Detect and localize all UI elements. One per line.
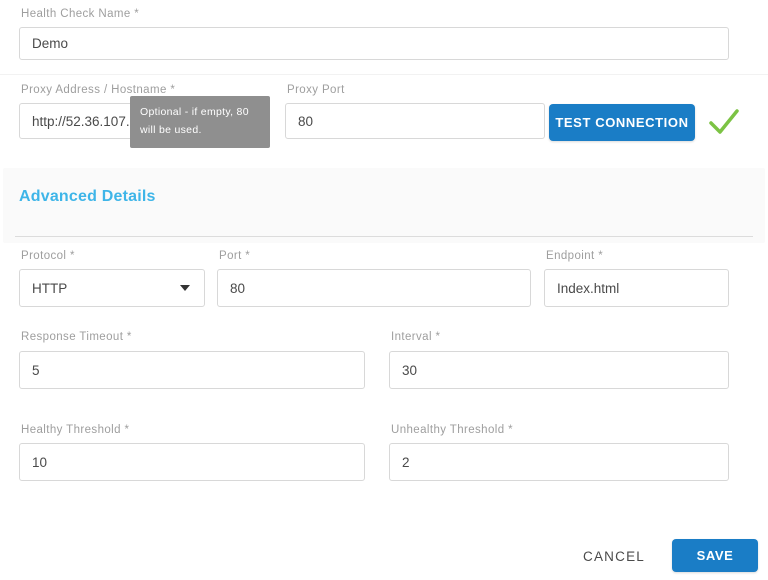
health-check-name-label: Health Check Name * — [21, 8, 139, 20]
protocol-label: Protocol * — [21, 250, 75, 262]
advanced-details-divider — [15, 236, 753, 237]
endpoint-label: Endpoint * — [546, 250, 603, 262]
proxy-port-input[interactable] — [285, 103, 545, 139]
section-divider — [0, 74, 768, 75]
health-check-name-input[interactable] — [19, 27, 729, 60]
endpoint-input[interactable] — [544, 269, 729, 307]
protocol-selected-value: HTTP — [32, 281, 67, 296]
healthy-threshold-input[interactable] — [19, 443, 365, 481]
cancel-button[interactable]: CANCEL — [577, 540, 651, 572]
proxy-port-label: Proxy Port — [287, 84, 345, 96]
success-checkmark-icon — [708, 108, 740, 136]
advanced-details-title: Advanced Details — [19, 188, 156, 206]
proxy-port-tooltip: Optional - if empty, 80 will be used. — [130, 96, 270, 148]
protocol-select[interactable]: HTTP — [19, 269, 205, 307]
unhealthy-threshold-input[interactable] — [389, 443, 729, 481]
port-label: Port * — [219, 250, 250, 262]
interval-label: Interval * — [391, 331, 440, 343]
health-check-form: Health Check Name * Proxy Address / Host… — [0, 0, 768, 580]
unhealthy-threshold-label: Unhealthy Threshold * — [391, 424, 513, 436]
chevron-down-icon — [180, 285, 190, 291]
port-input[interactable] — [217, 269, 531, 307]
response-timeout-input[interactable] — [19, 351, 365, 389]
healthy-threshold-label: Healthy Threshold * — [21, 424, 129, 436]
response-timeout-label: Response Timeout * — [21, 331, 132, 343]
save-button[interactable]: SAVE — [672, 539, 758, 572]
interval-input[interactable] — [389, 351, 729, 389]
proxy-address-label: Proxy Address / Hostname * — [21, 84, 175, 96]
test-connection-button[interactable]: TEST CONNECTION — [549, 104, 695, 141]
tooltip-text: Optional - if empty, 80 will be used. — [140, 106, 249, 136]
